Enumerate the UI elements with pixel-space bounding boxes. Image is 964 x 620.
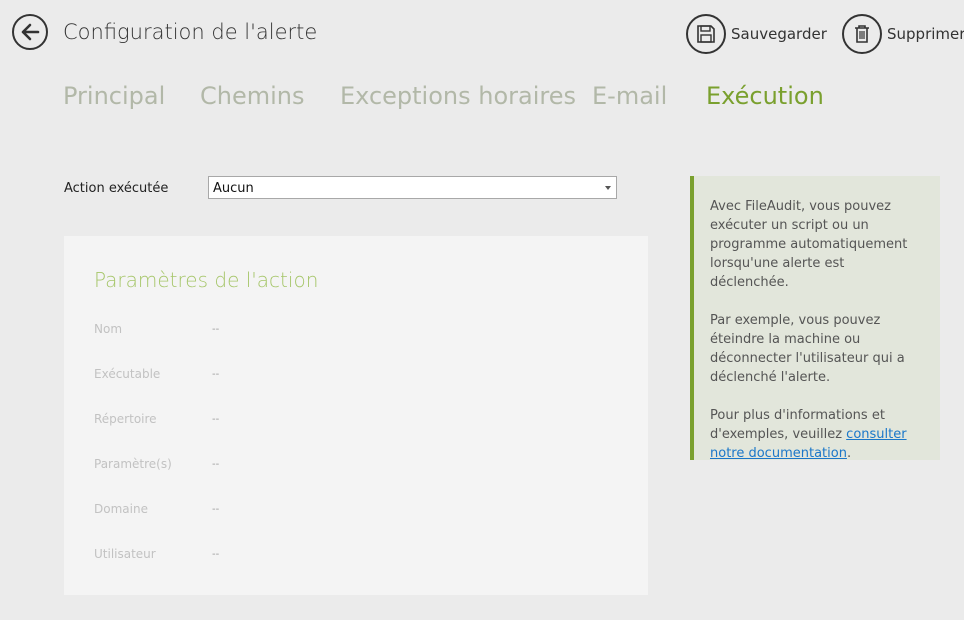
save-label: Sauvegarder — [731, 25, 827, 43]
param-value-nom: -- — [212, 324, 220, 335]
param-value-repertoire: -- — [212, 414, 220, 425]
tab-principal[interactable]: Principal — [63, 82, 165, 110]
info-paragraph-3: Pour plus d'informations et d'exemples, … — [710, 406, 926, 463]
action-parameters-panel: Paramètres de l'action Nom -- Exécutable… — [64, 236, 648, 595]
param-label-repertoire: Répertoire — [94, 412, 157, 426]
param-label-utilisateur: Utilisateur — [94, 547, 156, 561]
back-button[interactable] — [12, 14, 48, 50]
info-box: Avec FileAudit, vous pouvez exécuter un … — [690, 176, 940, 463]
info-paragraph-3-suffix: . — [846, 446, 852, 461]
action-label: Action exécutée — [64, 181, 169, 196]
tab-exceptions-horaires[interactable]: Exceptions horaires — [340, 82, 576, 110]
save-button[interactable]: Sauvegarder — [686, 14, 827, 54]
delete-label: Supprimer — [887, 25, 964, 43]
info-paragraph-1: Avec FileAudit, vous pouvez exécuter un … — [710, 199, 908, 290]
param-value-domaine: -- — [212, 504, 220, 515]
floppy-disk-icon — [697, 25, 715, 43]
action-select-value: Aucun — [213, 181, 254, 196]
tab-execution[interactable]: Exécution — [706, 82, 824, 110]
info-paragraph-2: Par exemple, vous pouvez éteindre la mac… — [710, 313, 905, 385]
trash-icon — [855, 25, 869, 43]
param-label-domaine: Domaine — [94, 502, 148, 516]
param-label-nom: Nom — [94, 322, 123, 336]
param-value-parametres: -- — [212, 459, 220, 470]
save-icon-circle — [686, 14, 726, 54]
param-value-executable: -- — [212, 369, 220, 380]
panel-title: Paramètres de l'action — [94, 268, 319, 292]
param-label-parametres: Paramètre(s) — [94, 457, 172, 471]
param-value-utilisateur: -- — [212, 549, 220, 560]
dropdown-arrow-icon — [605, 186, 611, 190]
delete-icon-circle — [842, 14, 882, 54]
arrow-left-icon — [21, 23, 40, 41]
page-title: Configuration de l'alerte — [63, 20, 318, 44]
tab-chemins[interactable]: Chemins — [200, 82, 305, 110]
tab-email[interactable]: E-mail — [592, 82, 667, 110]
param-label-executable: Exécutable — [94, 367, 161, 381]
delete-button[interactable]: Supprimer — [842, 14, 964, 54]
action-select[interactable]: Aucun — [208, 176, 617, 199]
